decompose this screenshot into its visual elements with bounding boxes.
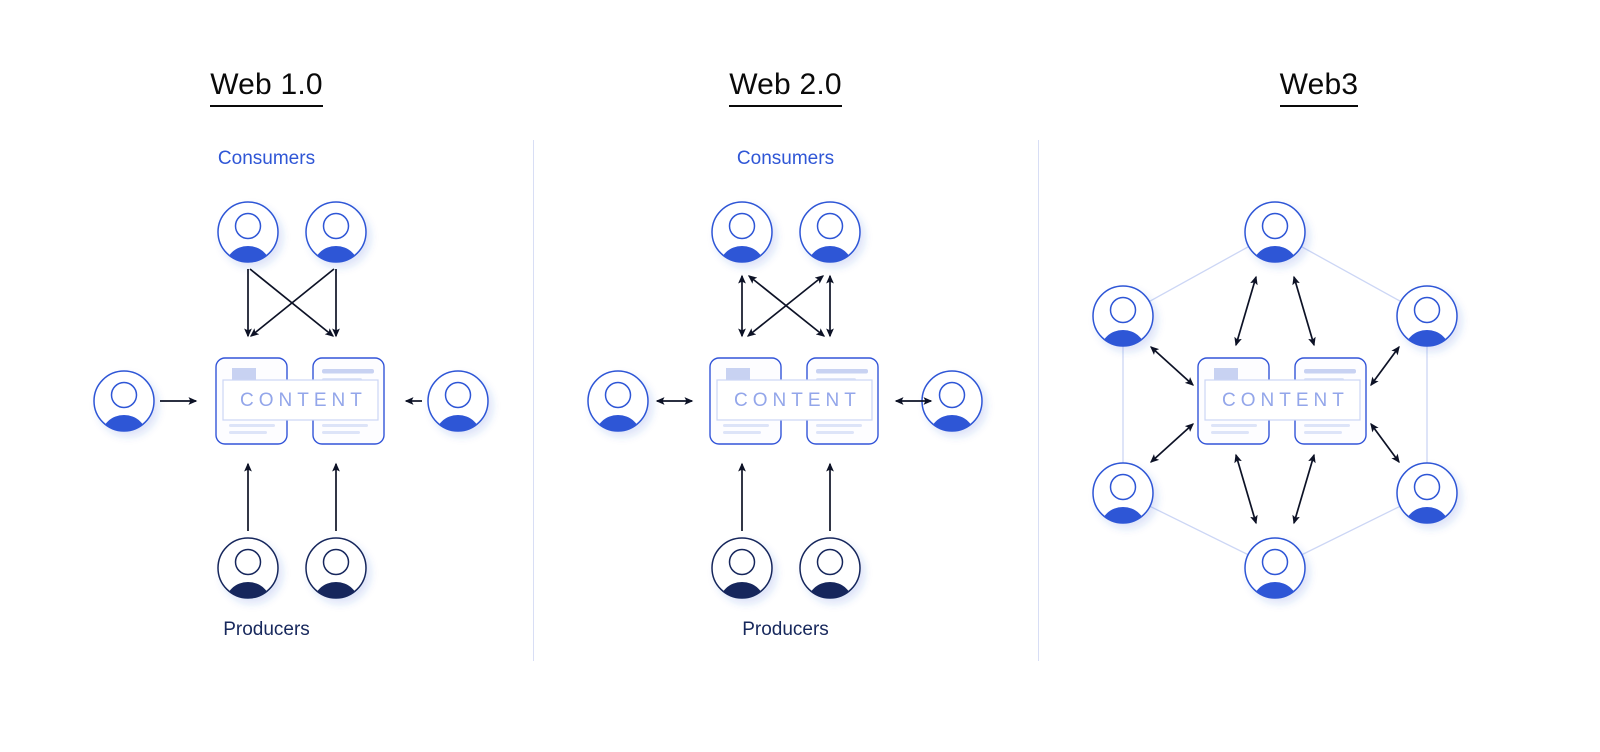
avatar-consumer-right-web2 bbox=[921, 370, 983, 432]
web2-graphic: CONTENT bbox=[587, 201, 983, 599]
content-card-web1: CONTENT bbox=[215, 357, 385, 445]
avatar-node-lower-left-web3 bbox=[1092, 462, 1154, 524]
avatar-producer-bottom-right-web1 bbox=[305, 537, 367, 599]
arrows-top-web2 bbox=[738, 274, 834, 338]
panel-web1: Web 1.0 Consumers Producers CONTENT bbox=[0, 0, 533, 752]
avatar-consumer-right-web1 bbox=[427, 370, 489, 432]
arrows-bottom-web1 bbox=[244, 462, 340, 531]
avatar-node-lower-right-web3 bbox=[1396, 462, 1458, 524]
panel-web2: Web 2.0 Consumers Producers CONTENT bbox=[533, 0, 1038, 752]
content-card-web3: CONTENT bbox=[1197, 357, 1367, 445]
content-label-web1: CONTENT bbox=[240, 390, 367, 411]
avatar-producer-bottom-left-web1 bbox=[217, 537, 279, 599]
content-label-web3: CONTENT bbox=[1222, 390, 1349, 411]
web1-graphic: CONTENT bbox=[93, 201, 489, 599]
avatar-producer-bottom-left-web2 bbox=[711, 537, 773, 599]
avatar-consumer-left-web2 bbox=[587, 370, 649, 432]
avatar-node-bottom-web3 bbox=[1244, 537, 1306, 599]
content-label-web2: CONTENT bbox=[734, 390, 861, 411]
avatar-node-top-web3 bbox=[1244, 201, 1306, 263]
arrows-bottom-web2 bbox=[738, 462, 834, 531]
arrows-top-web1 bbox=[244, 268, 340, 338]
avatar-producer-bottom-right-web2 bbox=[799, 537, 861, 599]
panel-web3: Web3 CONTENT bbox=[1038, 0, 1600, 752]
content-card-web2: CONTENT bbox=[709, 357, 879, 445]
web3-graphic: CONTENT bbox=[1092, 201, 1458, 599]
diagram-root: Web 1.0 Consumers Producers CONTENT Web … bbox=[0, 0, 1600, 752]
avatar-consumer-left-web1 bbox=[93, 370, 155, 432]
